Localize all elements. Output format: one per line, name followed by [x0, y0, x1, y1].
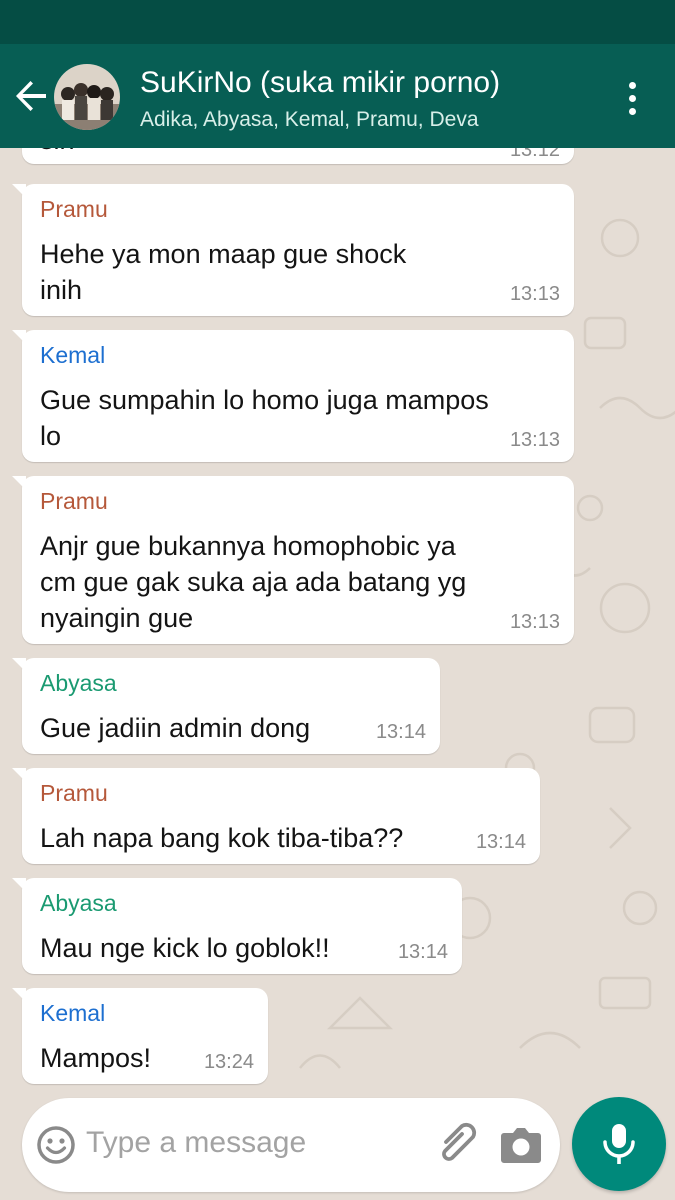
message-sender: Abyasa	[40, 890, 117, 916]
status-bar	[0, 0, 675, 44]
message-sender: Kemal	[40, 342, 106, 368]
message-time: 13:13	[509, 611, 560, 633]
message-time: 13:14	[397, 941, 448, 963]
message-text: Hehe ya mon maap gue shock inih	[40, 239, 407, 305]
message-sender: Abyasa	[40, 670, 117, 696]
message-text: Anjr gue bukannya homophobic ya cm gue g…	[40, 531, 467, 633]
message-bubble[interactable]: Kemal Gue sumpahin lo homo juga mampos l…	[12, 330, 574, 462]
message-time: 13:14	[475, 831, 526, 853]
message-list[interactable]: sin 13:12 Pramu Hehe ya mon maap gue sho…	[0, 148, 675, 1090]
message-text: Lah napa bang kok tiba-tiba??	[40, 823, 404, 853]
message-composer: Type a message	[22, 1098, 560, 1192]
chat-title[interactable]: SuKirNo (suka mikir porno)	[140, 66, 500, 100]
camera-icon[interactable]	[498, 1123, 544, 1167]
message-time: 13:13	[509, 283, 560, 305]
more-vertical-icon[interactable]	[618, 78, 648, 118]
message-bubble[interactable]: Pramu Anjr gue bukannya homophobic ya cm…	[12, 476, 574, 644]
message-time: 13:14	[375, 721, 426, 743]
message-text: Mau nge kick lo goblok!!	[40, 933, 330, 963]
arrow-left-icon[interactable]	[14, 78, 50, 114]
message-bubble[interactable]: Pramu Lah napa bang kok tiba-tiba?? 13:1…	[12, 768, 540, 864]
message-sender: Pramu	[40, 488, 108, 514]
message-bubble[interactable]: Abyasa Gue jadiin admin dong 13:14	[12, 658, 440, 754]
message-text: Gue sumpahin lo homo juga mampos lo	[40, 385, 489, 451]
message-bubble[interactable]: sin 13:12	[22, 148, 574, 164]
message-time: 13:24	[203, 1051, 254, 1073]
paperclip-icon[interactable]	[432, 1120, 480, 1170]
message-bubble[interactable]: Abyasa Mau nge kick lo goblok!! 13:14	[12, 878, 462, 974]
microphone-icon[interactable]	[572, 1097, 666, 1191]
message-input[interactable]: Type a message	[86, 1126, 306, 1160]
message-bubble[interactable]: Kemal Mampos! 13:24	[12, 988, 268, 1084]
group-avatar[interactable]	[54, 64, 120, 130]
group-members[interactable]: Adika, Abyasa, Kemal, Pramu, Deva	[140, 108, 479, 132]
message-text: Mampos!	[40, 1043, 152, 1073]
message-sender: Pramu	[40, 780, 108, 806]
message-sender: Pramu	[40, 196, 108, 222]
message-time: 13:12	[509, 148, 560, 161]
message-text: sin	[40, 148, 75, 158]
message-text: Gue jadiin admin dong	[40, 713, 311, 743]
message-sender: Kemal	[40, 1000, 106, 1026]
message-time: 13:13	[509, 429, 560, 451]
message-bubble[interactable]: Pramu Hehe ya mon maap gue shock inih 13…	[12, 184, 574, 316]
chat-header: SuKirNo (suka mikir porno) Adika, Abyasa…	[0, 44, 675, 148]
emoji-icon[interactable]	[34, 1123, 78, 1167]
